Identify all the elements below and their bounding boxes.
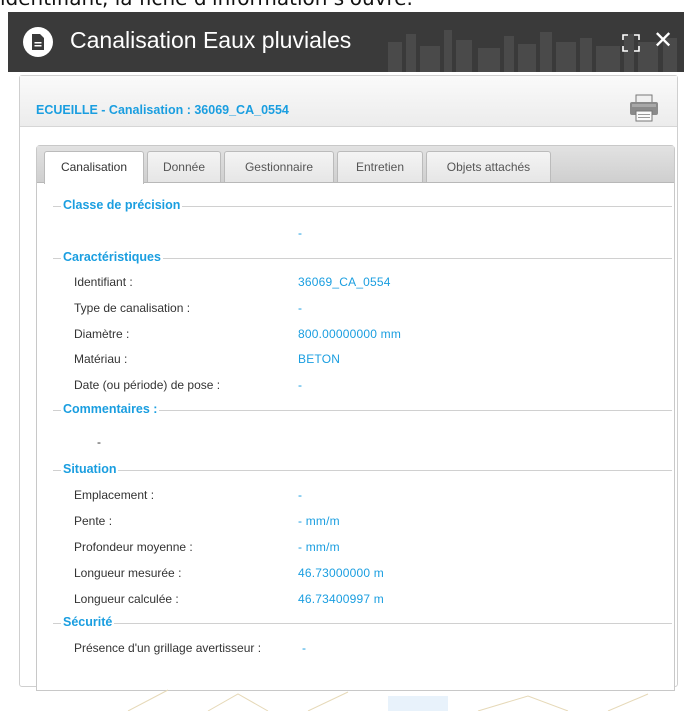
record-header: ECUEILLE - Canalisation : 36069_CA_0554 (20, 76, 677, 127)
value-grillage-avertisseur: - (302, 641, 307, 655)
label-emplacement: Emplacement : (74, 488, 155, 502)
tab-gestionnaire[interactable]: Gestionnaire (224, 151, 334, 182)
label-type-canalisation: Type de canalisation : (74, 301, 191, 315)
precision-value: - (298, 226, 303, 240)
section-caracteristiques: Caractéristiques (61, 250, 163, 264)
label-diametre: Diamètre : (74, 327, 130, 341)
value-longueur-mesuree: 46.73000000 m (298, 566, 385, 580)
section-commentaires: Commentaires : (61, 402, 160, 416)
value-date-pose: - (298, 378, 303, 392)
record-header-title: ECUEILLE - Canalisation : 36069_CA_0554 (36, 103, 289, 117)
value-profondeur-moyenne: - mm/m (298, 540, 340, 554)
section-securite: Sécurité (61, 615, 115, 629)
label-profondeur-moyenne: Profondeur moyenne : (74, 540, 193, 554)
window-title-bar[interactable]: Canalisation Eaux pluviales ✕ (8, 12, 684, 72)
label-longueur-mesuree: Longueur mesurée : (74, 566, 182, 580)
tab-objets-attaches[interactable]: Objets attachés (426, 151, 551, 182)
value-type-canalisation: - (298, 301, 303, 315)
tab-canalisation[interactable]: Canalisation (44, 151, 144, 184)
value-materiau: BETON (298, 352, 341, 366)
value-pente: - mm/m (298, 514, 340, 528)
info-panel: ECUEILLE - Canalisation : 36069_CA_0554 … (8, 72, 684, 711)
print-icon[interactable] (629, 94, 659, 122)
label-pente: Pente : (74, 514, 113, 528)
comment-value: - (97, 435, 101, 449)
background-caption: identifiant, la fiche d'information s'ou… (0, 0, 684, 12)
document-icon (23, 27, 53, 57)
section-divider (53, 623, 672, 624)
window-title: Canalisation Eaux pluviales (70, 27, 352, 53)
section-classe-precision: Classe de précision (61, 198, 183, 212)
record-card: ECUEILLE - Canalisation : 36069_CA_0554 … (19, 75, 678, 691)
tab-donnee[interactable]: Donnée (147, 151, 221, 182)
map-background (127, 689, 649, 711)
tab-entretien[interactable]: Entretien (337, 151, 423, 182)
value-longueur-calculee: 46.73400997 m (298, 592, 385, 606)
section-divider (53, 470, 672, 471)
section-situation: Situation (61, 462, 119, 476)
label-date-pose: Date (ou période) de pose : (74, 378, 221, 392)
value-identifiant: 36069_CA_0554 (298, 275, 391, 289)
label-grillage-avertisseur: Présence d'un grillage avertisseur : (74, 641, 262, 655)
label-materiau: Matériau : (74, 352, 128, 366)
value-emplacement: - (298, 488, 303, 502)
expand-icon[interactable] (622, 34, 640, 52)
close-icon[interactable]: ✕ (653, 29, 673, 53)
label-longueur-calculee: Longueur calculée : (74, 592, 179, 606)
tab-panel: Canalisation Donnée Gestionnaire Entreti… (36, 145, 675, 691)
label-identifiant: Identifiant : (74, 275, 133, 289)
tab-bar: Canalisation Donnée Gestionnaire Entreti… (37, 146, 674, 184)
value-diametre: 800.00000000 mm (298, 327, 402, 341)
